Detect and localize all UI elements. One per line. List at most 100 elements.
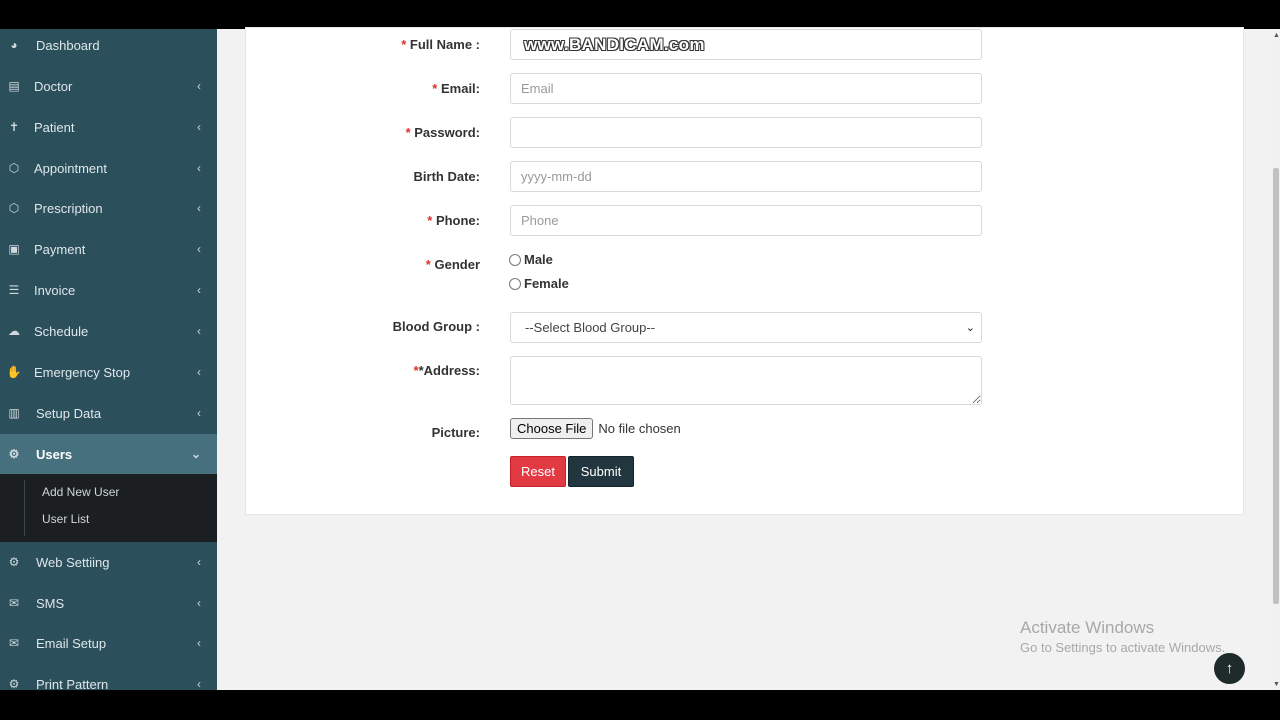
choose-file-button[interactable]: Choose File: [510, 418, 594, 439]
sidebar-item-label: Patient: [34, 119, 75, 135]
sidebar-item-sms[interactable]: ✉ SMS ‹: [0, 583, 217, 623]
schedule-icon: ☁: [8, 324, 20, 338]
sidebar-item-label: Appointment: [34, 160, 107, 176]
payment-icon: ▣: [8, 242, 20, 256]
user-form-card: * Full Name : * Email: * Password: Birth…: [245, 27, 1244, 515]
appointment-icon: ⬡: [8, 161, 20, 175]
chevron-left-icon: ‹: [197, 365, 201, 379]
sidebar-item-label: Dashboard: [36, 37, 100, 53]
cogs-icon: ⚙: [8, 555, 20, 569]
back-to-top-button[interactable]: ↑: [1214, 653, 1245, 684]
chevron-left-icon: ‹: [197, 555, 201, 569]
users-submenu: Add New User User List: [0, 474, 217, 542]
sidebar-item-label: Schedule: [34, 323, 89, 339]
chevron-left-icon: ‹: [197, 406, 201, 420]
blood-group-select[interactable]: --Select Blood Group-- ⌄: [510, 312, 982, 343]
sidebar-item-label: SMS: [36, 595, 65, 611]
patient-icon: ✝: [8, 120, 20, 134]
sidebar-item-appointment[interactable]: ⬡ Appointment ‹: [0, 148, 217, 188]
sidebar-item-web-setting[interactable]: ⚙ Web Settiing ‹: [0, 542, 217, 582]
male-label: Male: [524, 252, 553, 267]
activate-windows-title: Activate Windows: [1020, 618, 1155, 637]
scrollbar-thumb[interactable]: [1273, 168, 1279, 604]
sidebar-item-label: Print Pattern: [36, 676, 109, 691]
sidebar-item-label: Users: [36, 446, 73, 462]
sidebar-item-label: Prescription: [34, 200, 103, 216]
picture-file-input: Choose File No file chosen: [510, 418, 681, 439]
scroll-up-arrow-icon[interactable]: ▲: [1273, 32, 1280, 39]
gender-label: * Gender: [425, 257, 480, 272]
sidebar-item-patient[interactable]: ✝ Patient ‹: [0, 107, 217, 147]
chevron-left-icon: ‹: [197, 596, 201, 610]
email-input[interactable]: [510, 73, 982, 104]
submenu-add-new-user[interactable]: Add New User: [42, 485, 119, 499]
chevron-down-icon: ⌄: [965, 322, 975, 334]
female-radio[interactable]: [509, 277, 521, 290]
cogs-icon: ⚙: [8, 677, 20, 690]
chevron-left-icon: ‹: [197, 283, 201, 297]
dashboard-icon: ◕: [10, 38, 18, 52]
address-label: **Address:: [413, 363, 480, 378]
phone-input[interactable]: [510, 205, 982, 236]
prescription-icon: ⬡: [8, 201, 20, 215]
chevron-left-icon: ‹: [197, 161, 201, 175]
sidebar-item-invoice[interactable]: ☰ Invoice ‹: [0, 270, 217, 310]
bandicam-watermark: www.BANDICAM.com: [524, 35, 705, 54]
top-black-bar: [0, 0, 1280, 29]
sidebar-item-dashboard[interactable]: ◕ Dashboard: [0, 29, 217, 65]
invoice-icon: ☰: [8, 283, 20, 297]
activate-windows-subtitle: Go to Settings to activate Windows.: [1020, 640, 1226, 655]
sidebar-item-label: Emergency Stop: [34, 364, 131, 380]
sidebar-item-label: Email Setup: [36, 635, 107, 651]
birth-date-label: Birth Date:: [413, 169, 480, 184]
hand-icon: ✋: [6, 365, 22, 379]
sidebar-item-emergency-stop[interactable]: ✋ Emergency Stop ‹: [0, 352, 217, 392]
chevron-left-icon: ‹: [197, 79, 201, 93]
scroll-down-arrow-icon[interactable]: ▼: [1273, 681, 1280, 688]
blood-group-selected: --Select Blood Group--: [525, 320, 656, 335]
no-file-text: No file chosen: [598, 421, 681, 436]
chevron-left-icon: ‹: [197, 636, 201, 650]
password-input[interactable]: [510, 117, 982, 148]
submenu-divider: [24, 480, 25, 536]
sidebar-item-label: Payment: [34, 241, 86, 257]
sidebar-item-label: Doctor: [34, 78, 73, 94]
sidebar-item-setup-data[interactable]: ▥ Setup Data ‹: [0, 393, 217, 433]
birth-date-input[interactable]: [510, 161, 982, 192]
chevron-left-icon: ‹: [197, 677, 201, 690]
sidebar-item-users[interactable]: ⚙ Users ⌄: [0, 434, 217, 474]
chevron-left-icon: ‹: [197, 120, 201, 134]
female-label: Female: [524, 276, 569, 291]
sidebar-item-prescription[interactable]: ⬡ Prescription ‹: [0, 188, 217, 228]
reset-button[interactable]: Reset: [510, 456, 566, 487]
picture-label: Picture:: [431, 425, 480, 440]
sidebar-item-email-setup[interactable]: ✉ Email Setup ‹: [0, 623, 217, 663]
sidebar-item-payment[interactable]: ▣ Payment ‹: [0, 229, 217, 269]
bar-chart-icon: ▥: [8, 406, 20, 420]
submit-button[interactable]: Submit: [568, 456, 634, 487]
password-label: * Password:: [405, 125, 480, 140]
sidebar-item-print-pattern[interactable]: ⚙ Print Pattern ‹: [0, 664, 217, 691]
sidebar-item-doctor[interactable]: ▤ Doctor ‹: [0, 66, 217, 106]
male-radio[interactable]: [509, 253, 521, 266]
chevron-left-icon: ‹: [197, 201, 201, 215]
full-name-label: * Full Name :: [401, 37, 480, 52]
bottom-black-bar: [0, 690, 1280, 720]
envelope-icon: ✉: [8, 636, 20, 650]
envelope-icon: ✉: [8, 596, 20, 610]
gender-male-option[interactable]: Male: [509, 252, 553, 267]
sidebar-item-label: Setup Data: [36, 405, 102, 421]
sidebar-item-schedule[interactable]: ☁ Schedule ‹: [0, 311, 217, 351]
cogs-icon: ⚙: [8, 447, 20, 461]
email-label: * Email:: [432, 81, 480, 96]
main-content: * Full Name : * Email: * Password: Birth…: [217, 27, 1272, 690]
doctor-icon: ▤: [8, 79, 20, 93]
sidebar-item-label: Invoice: [34, 282, 76, 298]
address-textarea[interactable]: [510, 356, 982, 405]
gender-female-option[interactable]: Female: [509, 276, 569, 291]
sidebar-item-label: Web Settiing: [36, 554, 110, 570]
chevron-down-icon: ⌄: [190, 447, 201, 461]
blood-group-label: Blood Group :: [392, 319, 480, 334]
chevron-left-icon: ‹: [197, 324, 201, 338]
submenu-user-list[interactable]: User List: [42, 512, 89, 526]
